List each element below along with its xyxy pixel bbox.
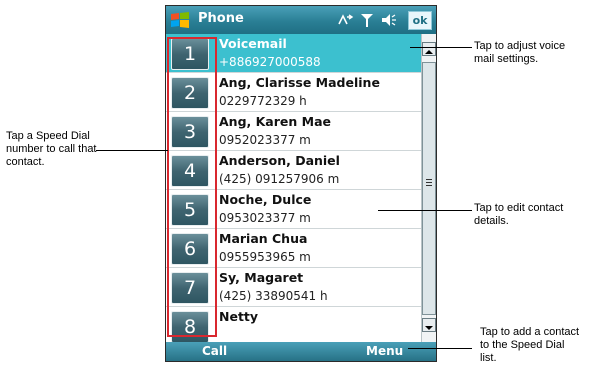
scrollbar[interactable] xyxy=(421,34,436,342)
contact-number: 0953023377 m xyxy=(219,211,311,225)
signal-icon[interactable] xyxy=(358,11,376,29)
list-item[interactable]: 4 Anderson, Daniel (425) 091257906 m xyxy=(166,151,421,190)
callout-line xyxy=(408,348,472,349)
contact-name: Voicemail xyxy=(219,36,287,51)
callout-line xyxy=(378,210,472,211)
contact-name: Noche, Dulce xyxy=(219,192,312,207)
ok-button[interactable]: ok xyxy=(408,11,432,30)
speed-dial-button[interactable]: 2 xyxy=(171,77,209,109)
speed-dial-callout: Tap a Speed Dial number to call that con… xyxy=(6,130,97,168)
contact-name: Ang, Karen Mae xyxy=(219,114,331,129)
speed-dial-button[interactable]: 7 xyxy=(171,272,209,304)
speed-dial-button[interactable]: 5 xyxy=(171,194,209,226)
speed-dial-button[interactable]: 4 xyxy=(171,155,209,187)
callout-line xyxy=(96,150,168,151)
list-item[interactable]: 2 Ang, Clarisse Madeline 0229772329 h xyxy=(166,73,421,112)
callout-line xyxy=(410,47,472,48)
menu-softkey[interactable]: Menu xyxy=(366,344,403,358)
scroll-thumb[interactable] xyxy=(422,62,436,315)
speed-dial-button[interactable]: 8 xyxy=(171,311,209,342)
contact-name: Anderson, Daniel xyxy=(219,153,340,168)
edit-contact-callout: Tap to edit contact details. xyxy=(474,202,564,227)
scroll-down-arrow[interactable] xyxy=(422,318,436,332)
contact-name: Ang, Clarisse Madeline xyxy=(219,75,380,90)
softkey-bar: Call Menu xyxy=(166,342,436,361)
add-speed-dial-callout: Tap to add a contact to the Speed Dial l… xyxy=(480,326,580,364)
list-item[interactable]: 3 Ang, Karen Mae 0952023377 m xyxy=(166,112,421,151)
call-softkey[interactable]: Call xyxy=(202,344,227,358)
contact-number: 0955953965 m xyxy=(219,250,311,264)
windows-start-icon[interactable] xyxy=(170,10,190,30)
contact-name: Netty xyxy=(219,309,259,324)
contact-name: Marian Chua xyxy=(219,231,308,246)
contact-number: +886927000588 xyxy=(219,55,321,69)
chevron-down-icon xyxy=(425,326,433,330)
window-title: Phone xyxy=(198,11,244,26)
contact-list: 1 Voicemail +886927000588 2 Ang, Clariss… xyxy=(166,34,421,342)
contact-name: Sy, Magaret xyxy=(219,270,304,285)
speed-dial-button[interactable]: 6 xyxy=(171,233,209,265)
title-bar: Phone ok xyxy=(166,6,436,34)
list-item[interactable]: 6 Marian Chua 0955953965 m xyxy=(166,229,421,268)
list-item[interactable]: 1 Voicemail +886927000588 xyxy=(166,34,421,73)
connectivity-icon[interactable] xyxy=(336,11,354,29)
contact-number: 0229772329 h xyxy=(219,94,307,108)
contact-number: 0952023377 m xyxy=(219,133,311,147)
contact-number: (425) 33890541 h xyxy=(219,289,328,303)
speed-dial-button[interactable]: 1 xyxy=(171,38,209,70)
list-item[interactable]: 8 Netty xyxy=(166,307,421,342)
grip-icon xyxy=(426,179,432,186)
volume-icon[interactable] xyxy=(380,11,398,29)
scroll-up-arrow[interactable] xyxy=(422,42,436,56)
contact-number: (425) 091257906 m xyxy=(219,172,340,186)
phone-screen: Phone ok 1 Voicemail +886927000588 2 Ang… xyxy=(165,5,437,362)
voicemail-callout: Tap to adjust voice mail settings. xyxy=(474,40,566,65)
speed-dial-button[interactable]: 3 xyxy=(171,116,209,148)
list-item[interactable]: 7 Sy, Magaret (425) 33890541 h xyxy=(166,268,421,307)
